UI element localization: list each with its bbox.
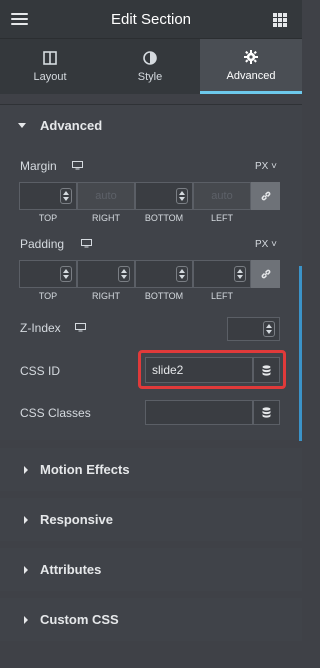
monitor-icon[interactable] bbox=[75, 323, 86, 332]
database-icon bbox=[262, 407, 271, 418]
css-id-highlight bbox=[138, 350, 286, 389]
padding-unit: PX bbox=[255, 239, 269, 250]
margin-left-input[interactable]: auto bbox=[193, 182, 251, 210]
margin-link-button[interactable] bbox=[251, 182, 280, 210]
padding-right-input[interactable] bbox=[77, 260, 135, 288]
tab-label-advanced: Advanced bbox=[226, 69, 276, 82]
half-circle-icon bbox=[143, 50, 157, 66]
stepper-icon[interactable] bbox=[60, 266, 72, 282]
scrollbar[interactable] bbox=[299, 266, 302, 441]
stepper-icon[interactable] bbox=[176, 266, 188, 282]
css-id-label: CSS ID bbox=[20, 364, 61, 378]
margin-unit: PX bbox=[255, 161, 269, 172]
padding-bottom-input[interactable] bbox=[135, 260, 193, 288]
advanced-section-toggle[interactable]: Advanced bbox=[0, 105, 302, 145]
link-icon bbox=[261, 269, 270, 279]
panel-header: Edit Section bbox=[0, 0, 302, 39]
tab-label-style: Style bbox=[137, 71, 163, 83]
css-classes-input[interactable] bbox=[145, 400, 253, 425]
caret-down-icon bbox=[18, 122, 26, 128]
padding-label: Padding bbox=[20, 237, 65, 251]
caret-right-icon bbox=[24, 515, 28, 524]
section-responsive[interactable]: Responsive bbox=[0, 498, 302, 541]
caret-right-icon bbox=[24, 465, 28, 474]
monitor-icon[interactable] bbox=[81, 239, 92, 248]
tab-layout[interactable]: Layout bbox=[0, 39, 100, 94]
stepper-icon[interactable] bbox=[234, 266, 246, 282]
gear-icon bbox=[244, 49, 258, 65]
css-classes-label: CSS Classes bbox=[20, 406, 91, 420]
zindex-input[interactable] bbox=[227, 317, 280, 341]
grid-icon[interactable] bbox=[273, 13, 287, 27]
monitor-icon[interactable] bbox=[72, 161, 83, 170]
padding-link-button[interactable] bbox=[251, 260, 280, 288]
stepper-icon[interactable] bbox=[60, 188, 72, 204]
padding-side-labels: TOP RIGHT BOTTOM LEFT bbox=[38, 291, 233, 301]
advanced-panel: Advanced Margin PX ˅ auto auto TOP RIGHT… bbox=[0, 104, 302, 440]
zindex-label: Z-Index bbox=[20, 321, 61, 335]
tab-bar: Layout Style Advanced bbox=[0, 39, 302, 94]
panel-title: Edit Section bbox=[110, 10, 192, 28]
margin-inputs: auto auto bbox=[19, 182, 280, 210]
columns-icon bbox=[43, 50, 57, 66]
padding-top-input[interactable] bbox=[19, 260, 77, 288]
padding-inputs bbox=[19, 260, 280, 288]
padding-unit-select[interactable]: PX ˅ bbox=[255, 239, 277, 250]
link-icon bbox=[261, 191, 270, 201]
caret-right-icon bbox=[24, 565, 28, 574]
section-motion-effects[interactable]: Motion Effects bbox=[0, 448, 302, 491]
tab-style[interactable]: Style bbox=[100, 39, 200, 94]
section-custom-css[interactable]: Custom CSS bbox=[0, 598, 302, 641]
padding-left-input[interactable] bbox=[193, 260, 251, 288]
margin-top-input[interactable] bbox=[19, 182, 77, 210]
section-attributes[interactable]: Attributes bbox=[0, 548, 302, 591]
margin-right-input[interactable]: auto bbox=[77, 182, 135, 210]
stepper-icon[interactable] bbox=[263, 321, 275, 337]
tab-label-layout: Layout bbox=[33, 71, 67, 83]
stepper-icon[interactable] bbox=[176, 188, 188, 204]
margin-label: Margin bbox=[20, 159, 57, 173]
stepper-icon[interactable] bbox=[118, 266, 130, 282]
hamburger-icon[interactable] bbox=[11, 13, 28, 25]
margin-unit-select[interactable]: PX ˅ bbox=[255, 161, 277, 172]
margin-side-labels: TOP RIGHT BOTTOM LEFT bbox=[38, 213, 233, 223]
margin-bottom-input[interactable] bbox=[135, 182, 193, 210]
caret-right-icon bbox=[24, 615, 28, 624]
tab-advanced[interactable]: Advanced bbox=[200, 39, 302, 94]
css-classes-dynamic-button[interactable] bbox=[253, 400, 280, 425]
advanced-section-title: Advanced bbox=[40, 117, 103, 133]
